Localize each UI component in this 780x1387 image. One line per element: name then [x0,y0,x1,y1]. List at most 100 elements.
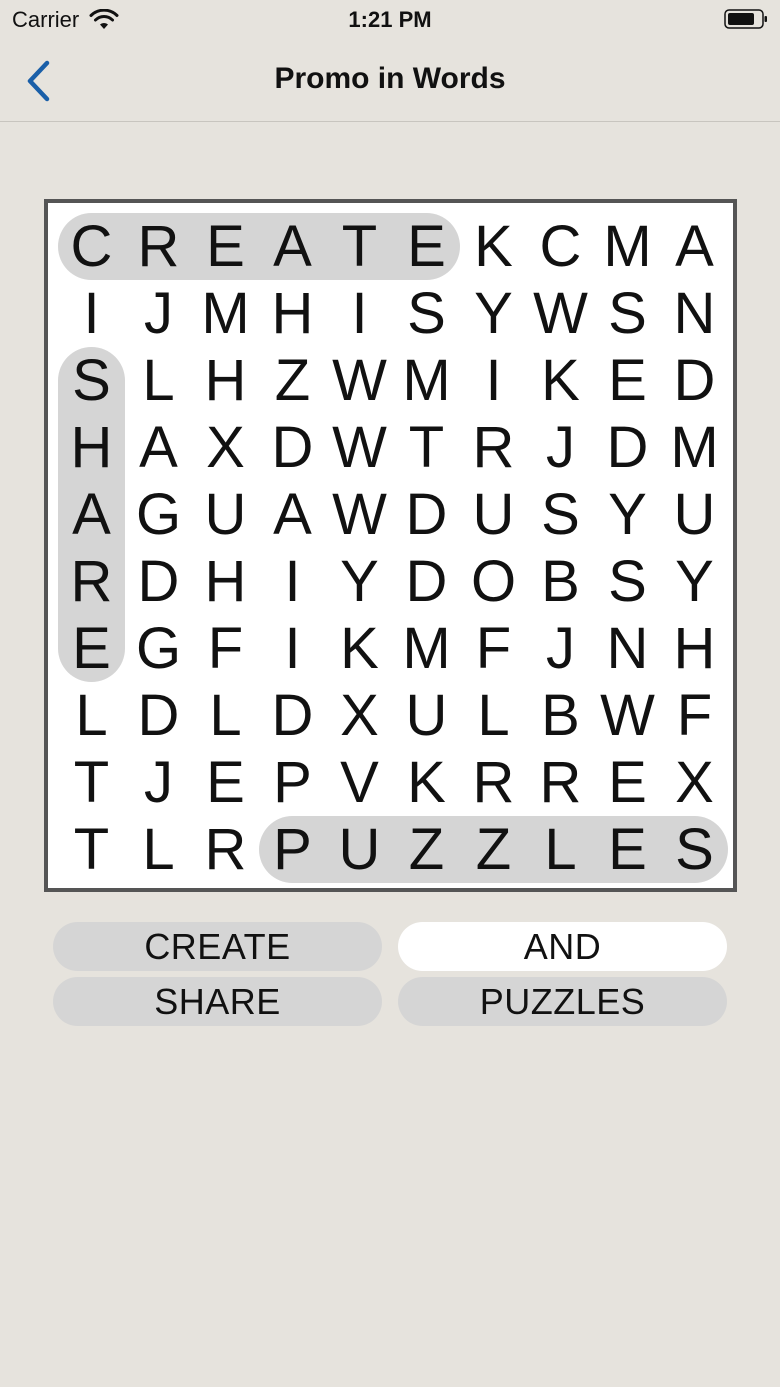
grid-cell[interactable]: L [125,816,192,883]
grid-cell[interactable]: X [192,414,259,481]
grid-cell[interactable]: H [661,615,728,682]
grid-cell[interactable]: D [393,548,460,615]
grid-cell[interactable]: N [661,280,728,347]
grid-cell[interactable]: L [58,682,125,749]
grid-cell[interactable]: I [58,280,125,347]
grid-cell[interactable]: S [594,280,661,347]
grid-cell[interactable]: Z [393,816,460,883]
grid-cell[interactable]: D [661,347,728,414]
grid-cell[interactable]: F [192,615,259,682]
grid-cell[interactable]: D [393,481,460,548]
grid-cell[interactable]: M [393,347,460,414]
grid-cell[interactable]: W [527,280,594,347]
grid-cell[interactable]: E [594,749,661,816]
grid-cell[interactable]: L [192,682,259,749]
grid-cell[interactable]: E [192,213,259,280]
grid-cell[interactable]: E [393,213,460,280]
grid-cell[interactable]: Z [259,347,326,414]
grid-cell[interactable]: D [594,414,661,481]
grid-cell[interactable]: N [594,615,661,682]
grid-cell[interactable]: L [460,682,527,749]
grid-cell[interactable]: Y [326,548,393,615]
grid-cell[interactable]: U [192,481,259,548]
grid-cell[interactable]: Y [460,280,527,347]
grid-cell[interactable]: M [661,414,728,481]
grid-cell[interactable]: G [125,615,192,682]
grid-cell[interactable]: H [259,280,326,347]
grid-cell[interactable]: B [527,682,594,749]
grid-cell[interactable]: E [594,347,661,414]
grid-cell[interactable]: D [125,548,192,615]
letter-grid[interactable]: CREATEKCMAIJMHISYWSNSLHZWMIKEDHAXDWTRJDM… [58,213,728,883]
grid-cell[interactable]: P [259,816,326,883]
grid-cell[interactable]: O [460,548,527,615]
grid-cell[interactable]: I [259,615,326,682]
grid-cell[interactable]: L [527,816,594,883]
grid-cell[interactable]: U [661,481,728,548]
grid-cell[interactable]: S [661,816,728,883]
grid-cell[interactable]: D [259,414,326,481]
grid-cell[interactable]: A [125,414,192,481]
grid-cell[interactable]: W [326,481,393,548]
grid-cell[interactable]: D [125,682,192,749]
grid-cell[interactable]: V [326,749,393,816]
grid-cell[interactable]: H [192,347,259,414]
grid-cell[interactable]: E [58,615,125,682]
grid-cell[interactable]: K [326,615,393,682]
grid-cell[interactable]: S [58,347,125,414]
word-search-board[interactable]: CREATEKCMAIJMHISYWSNSLHZWMIKEDHAXDWTRJDM… [44,199,737,892]
grid-cell[interactable]: W [594,682,661,749]
grid-cell[interactable]: J [125,280,192,347]
grid-cell[interactable]: M [594,213,661,280]
grid-cell[interactable]: D [259,682,326,749]
grid-cell[interactable]: S [393,280,460,347]
grid-cell[interactable]: S [594,548,661,615]
grid-cell[interactable]: K [460,213,527,280]
grid-cell[interactable]: M [393,615,460,682]
grid-cell[interactable]: L [125,347,192,414]
grid-cell[interactable]: S [527,481,594,548]
grid-cell[interactable]: R [460,749,527,816]
grid-cell[interactable]: W [326,347,393,414]
grid-cell[interactable]: H [58,414,125,481]
grid-cell[interactable]: W [326,414,393,481]
grid-cell[interactable]: E [594,816,661,883]
grid-cell[interactable]: F [460,615,527,682]
grid-cell[interactable]: K [393,749,460,816]
grid-cell[interactable]: R [527,749,594,816]
grid-cell[interactable]: Z [460,816,527,883]
grid-cell[interactable]: J [527,414,594,481]
grid-cell[interactable]: A [661,213,728,280]
grid-cell[interactable]: T [393,414,460,481]
grid-cell[interactable]: Y [594,481,661,548]
grid-cell[interactable]: H [192,548,259,615]
grid-cell[interactable]: R [460,414,527,481]
grid-cell[interactable]: X [326,682,393,749]
grid-cell[interactable]: T [326,213,393,280]
grid-cell[interactable]: I [460,347,527,414]
grid-cell[interactable]: J [527,615,594,682]
grid-cell[interactable]: C [527,213,594,280]
grid-cell[interactable]: R [125,213,192,280]
grid-cell[interactable]: Y [661,548,728,615]
grid-cell[interactable]: U [326,816,393,883]
grid-cell[interactable]: E [192,749,259,816]
grid-cell[interactable]: I [326,280,393,347]
grid-cell[interactable]: U [460,481,527,548]
grid-cell[interactable]: T [58,816,125,883]
grid-cell[interactable]: C [58,213,125,280]
grid-cell[interactable]: P [259,749,326,816]
grid-cell[interactable]: M [192,280,259,347]
grid-cell[interactable]: B [527,548,594,615]
grid-cell[interactable]: R [192,816,259,883]
grid-cell[interactable]: A [58,481,125,548]
grid-cell[interactable]: T [58,749,125,816]
grid-cell[interactable]: I [259,548,326,615]
grid-cell[interactable]: A [259,213,326,280]
grid-cell[interactable]: R [58,548,125,615]
grid-cell[interactable]: F [661,682,728,749]
grid-cell[interactable]: J [125,749,192,816]
grid-cell[interactable]: A [259,481,326,548]
grid-cell[interactable]: X [661,749,728,816]
grid-cell[interactable]: U [393,682,460,749]
